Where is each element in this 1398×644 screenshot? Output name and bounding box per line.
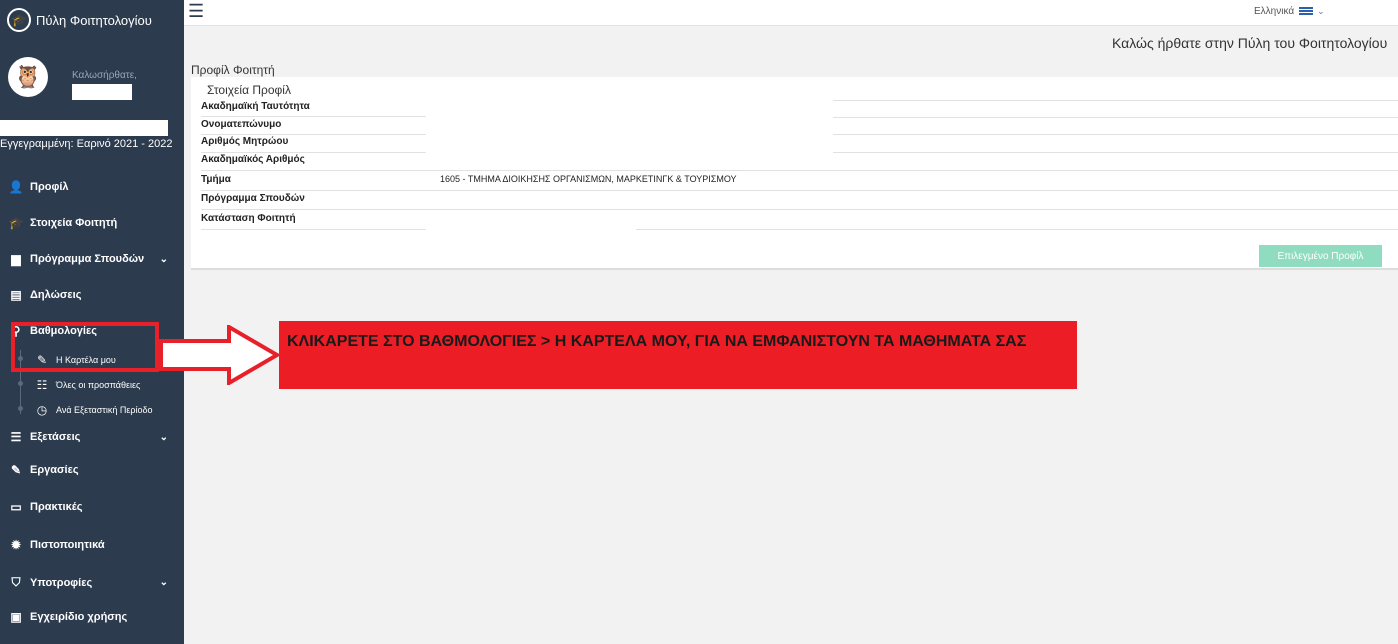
sidebar-item-assignments[interactable]: ✎ Εργασίες <box>8 463 176 477</box>
divider <box>833 152 1398 153</box>
profile-card: Στοιχεία Προφίλ Ακαδημαϊκή Ταυτότητα Ονο… <box>191 77 1398 270</box>
language-label: Ελληνικά <box>1254 6 1295 17</box>
submenu-dot <box>18 406 23 411</box>
sidebar-subitem-per-exam-period[interactable]: ◷ Ανά Εξεταστική Περίοδο <box>34 403 153 417</box>
sidebar-item-label: Πρακτικές <box>30 501 83 513</box>
chevron-down-icon: ⌄ <box>159 253 168 265</box>
row-value: 1605 - ΤΜΗΜΑ ΔΙΟΙΚΗΣΗΣ ΟΡΓΑΝΙΣΜΩΝ, ΜΑΡΚΕ… <box>440 174 737 184</box>
row-label: Τμήμα <box>201 174 231 185</box>
sidebar-item-label: Εξετάσεις <box>30 431 81 443</box>
row-label: Πρόγραμμα Σπουδών <box>201 193 305 204</box>
selected-profile-button[interactable]: Επιλεγμένο Προφίλ <box>1259 245 1382 267</box>
sidebar-item-label: Προφίλ <box>30 181 69 193</box>
sidebar-item-student-info[interactable]: 🎓 Στοιχεία Φοιτητή <box>8 216 176 230</box>
curriculum-icon: ▆ <box>11 252 21 266</box>
certificates-icon: ✹ <box>10 538 22 552</box>
student-icon: 🎓 <box>8 216 24 230</box>
divider <box>201 170 1398 171</box>
language-selector[interactable]: Ελληνικά ⌄ <box>1254 6 1325 17</box>
divider <box>201 134 426 135</box>
sidebar-item-declarations[interactable]: ▤ Δηλώσεις <box>8 288 176 302</box>
sidebar-item-label: Στοιχεία Φοιτητή <box>30 217 118 229</box>
divider <box>201 190 1398 191</box>
row-label: Κατάσταση Φοιτητή <box>201 213 296 224</box>
brand[interactable]: 🎓 Πύλη Φοιτητολογίου <box>0 0 184 40</box>
sidebar-item-label: Εργασίες <box>30 464 79 476</box>
divider <box>833 100 1398 101</box>
exams-icon: ☰ <box>10 430 22 444</box>
arrow-icon <box>159 325 281 385</box>
scholarships-icon: ⛉ <box>11 575 21 589</box>
clock-icon: ◷ <box>36 403 48 417</box>
page-title: Καλώς ήρθατε στην Πύλη του Φοιτητολογίου <box>1112 35 1388 51</box>
sidebar-item-scholarships[interactable]: ⛉ Υποτροφίες ⌄ <box>8 575 176 590</box>
attempts-icon: ☷ <box>36 378 48 392</box>
card-subtitle: Στοιχεία Προφίλ <box>207 83 291 97</box>
divider <box>833 117 1398 118</box>
sidebar-subitem-all-attempts[interactable]: ☷ Όλες οι προσπάθειες <box>34 378 141 392</box>
enrollment-status: Εγγεγραμμένη: Εαρινό 2021 - 2022 <box>0 138 173 150</box>
graduation-cap-icon: 🎓 <box>7 8 31 32</box>
highlight-box <box>11 322 159 372</box>
internships-icon: ▭ <box>10 500 22 514</box>
sidebar-item-label: Δηλώσεις <box>30 289 82 301</box>
manual-icon: ▣ <box>10 610 22 624</box>
greek-flag-icon <box>1299 7 1314 16</box>
sidebar-item-certificates[interactable]: ✹ Πιστοποιητικά <box>8 538 176 552</box>
divider <box>201 116 426 117</box>
row-label: Ακαδημαϊκή Ταυτότητα <box>201 101 310 112</box>
divider <box>201 152 426 153</box>
user-name-redacted <box>72 84 132 100</box>
welcome-text: Καλωσήρθατε, <box>72 70 137 81</box>
declarations-icon: ▤ <box>10 288 22 302</box>
sidebar-item-manual[interactable]: ▣ Εγχειρίδιο χρήσης <box>8 610 176 624</box>
assignments-icon: ✎ <box>10 463 22 477</box>
row-label: Ονοματεπώνυμο <box>201 119 282 130</box>
chevron-down-icon: ⌄ <box>1317 6 1325 16</box>
sidebar-item-label: Πιστοποιητικά <box>30 539 105 551</box>
section-title: Προφίλ Φοιτητή <box>191 63 275 77</box>
divider <box>833 134 1398 135</box>
sidebar-item-profile[interactable]: 👤 Προφίλ <box>8 180 176 194</box>
profile-icon: 👤 <box>8 180 24 194</box>
sidebar-item-curriculum[interactable]: ▆ Πρόγραμμα Σπουδών ⌄ <box>8 252 176 266</box>
sidebar-item-exams[interactable]: ☰ Εξετάσεις ⌄ <box>8 430 176 444</box>
callout-text: ΚΛΙΚΑΡΕΤΕ ΣΤΟ ΒΑΘΜΟΛΟΓΙΕΣ > Η ΚΑΡΤΕΛΑ ΜΟ… <box>279 321 1077 389</box>
submenu-dot <box>18 381 23 386</box>
avatar: 🦉 <box>8 57 48 97</box>
sidebar-item-label: Εγχειρίδιο χρήσης <box>30 611 128 623</box>
sidebar-subitem-label: Ανά Εξεταστική Περίοδο <box>56 405 153 415</box>
sidebar-item-internships[interactable]: ▭ Πρακτικές <box>8 500 176 514</box>
row-label: Αριθμός Μητρώου <box>201 136 289 147</box>
topbar: ☰ Ελληνικά ⌄ <box>184 0 1398 26</box>
chevron-down-icon: ⌄ <box>159 431 168 443</box>
sidebar-item-label: Πρόγραμμα Σπουδών <box>30 253 145 265</box>
divider <box>201 209 1398 210</box>
user-id-redacted <box>0 120 168 136</box>
brand-title: Πύλη Φοιτητολογίου <box>36 12 152 28</box>
sidebar-subitem-label: Όλες οι προσπάθειες <box>56 380 141 390</box>
divider <box>201 229 426 230</box>
chevron-down-icon: ⌄ <box>159 577 168 588</box>
hamburger-menu-icon[interactable]: ☰ <box>188 2 204 20</box>
row-label: Ακαδημαϊκός Αριθμός <box>201 154 305 165</box>
sidebar-item-label: Υποτροφίες <box>30 576 93 589</box>
divider <box>636 229 1398 230</box>
